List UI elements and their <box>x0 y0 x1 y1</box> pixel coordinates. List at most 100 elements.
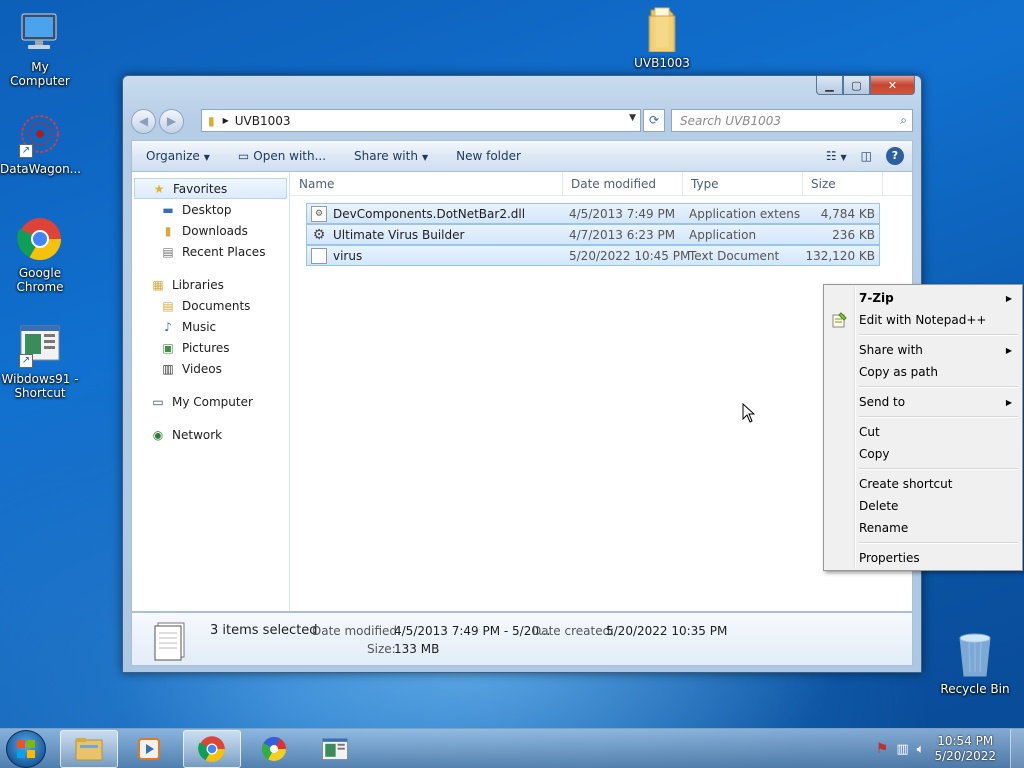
folder-icon <box>75 738 103 761</box>
clock-date: 5/20/2022 <box>934 749 996 763</box>
videos-icon: ▥ <box>162 361 174 376</box>
explorer-window[interactable]: ▁ ▢ ✕ ◀ ▶ ▮ ▶ UVB1003 ▼ ⟳ Search UVB1003… <box>122 75 922 673</box>
desktop-icon-label: Google Chrome <box>16 266 64 294</box>
column-header-type[interactable]: Type <box>683 172 803 195</box>
window-controls: ▁ ▢ ✕ <box>816 76 915 95</box>
chevron-down-icon: ▼ <box>203 153 210 162</box>
nav-recent-places[interactable]: ▤ Recent Places <box>132 241 289 262</box>
desktop-icon-label: Recycle Bin <box>940 682 1010 696</box>
desktop-icon-label: DataWagon... <box>0 162 82 176</box>
back-button[interactable]: ◀ <box>131 109 156 134</box>
computer-icon <box>17 10 63 56</box>
desktop-icon-datawagon[interactable]: ↗ DataWagon... <box>0 112 82 176</box>
minimize-button[interactable]: ▁ <box>816 76 843 95</box>
details-pane: 3 items selected Date modified: 4/5/2013… <box>131 612 913 666</box>
notepad-plus-icon <box>831 312 847 328</box>
menu-item-copy[interactable]: Copy <box>826 443 1020 465</box>
nav-network[interactable]: ◉ Network <box>132 424 289 445</box>
network-tray-icon[interactable]: ▥ <box>896 742 908 757</box>
desktop-icon-google-chrome[interactable]: Google Chrome <box>0 216 80 294</box>
nav-music[interactable]: ♪ Music <box>132 316 289 337</box>
menu-item-delete[interactable]: Delete <box>826 495 1020 517</box>
share-with-button[interactable]: Share with ▼ <box>340 149 442 163</box>
menu-item-7zip[interactable]: 7-Zip ▶ <box>826 287 1020 309</box>
organize-button[interactable]: Organize ▼ <box>132 149 224 163</box>
volume-icon[interactable]: 🔈︎ <box>917 742 925 757</box>
close-button[interactable]: ✕ <box>870 76 915 95</box>
taskbar: ⚑ ▥ 🔈︎ 10:54 PM 5/20/2022 <box>0 728 1024 768</box>
help-icon[interactable]: ? <box>886 147 904 165</box>
documents-icon: ▤ <box>162 298 174 313</box>
chrome-icon <box>17 216 63 262</box>
nav-favorites[interactable]: ★ Favorites <box>134 178 287 199</box>
taskbar-color-app-button[interactable] <box>245 730 303 768</box>
start-button[interactable] <box>6 730 46 768</box>
nav-pictures[interactable]: ▣ Pictures <box>132 337 289 358</box>
chevron-down-icon: ▼ <box>421 153 429 162</box>
system-tray: ⚑ ▥ 🔈︎ 10:54 PM 5/20/2022 <box>876 729 1024 768</box>
desktop-icon-recycle-bin[interactable]: Recycle Bin <box>935 632 1015 696</box>
menu-item-share-with[interactable]: Share with ▶ <box>826 339 1020 361</box>
mouse-cursor-icon <box>742 402 756 426</box>
size-label: Size: <box>367 642 396 656</box>
search-icon[interactable]: ⌕ <box>900 113 907 128</box>
taskbar-chrome-button[interactable] <box>183 730 241 768</box>
library-icon: ▦ <box>152 277 164 292</box>
downloads-icon: ▮ <box>164 223 172 238</box>
table-row[interactable]: ⚙ Ultimate Virus Builder 4/7/2013 6:23 PM… <box>306 224 880 245</box>
desktop-icon-my-computer[interactable]: My Computer <box>0 10 80 88</box>
table-row[interactable]: virus 5/20/2022 10:45 PM Text Document 1… <box>306 245 880 266</box>
nav-my-computer[interactable]: ▭ My Computer <box>132 391 289 412</box>
menu-item-send-to[interactable]: Send to ▶ <box>826 391 1020 413</box>
explorer-body: ★ Favorites ▬ Desktop ▮ Downloads ▤ Recent P… <box>131 172 913 612</box>
table-row[interactable]: ⚙ DevComponents.DotNetBar2.dll 4/5/2013 7… <box>306 203 880 224</box>
nav-desktop[interactable]: ▬ Desktop <box>132 199 289 220</box>
text-file-icon <box>311 247 327 264</box>
taskbar-media-player-button[interactable] <box>120 730 178 768</box>
show-desktop-button[interactable] <box>1010 729 1024 768</box>
datawagon-icon: ↗ <box>17 112 63 158</box>
file-list: Name Date modified Type Size ⚙ DevCompone… <box>291 172 912 611</box>
nav-downloads[interactable]: ▮ Downloads <box>132 220 289 241</box>
nav-videos[interactable]: ▥ Videos <box>132 358 289 379</box>
menu-item-properties[interactable]: Properties <box>826 547 1020 569</box>
music-icon: ♪ <box>164 319 172 334</box>
clock[interactable]: 10:54 PM 5/20/2022 <box>924 734 1010 764</box>
chevron-down-icon[interactable]: ▼ <box>629 113 636 123</box>
breadcrumb-chevron-icon: ▶ <box>222 116 229 125</box>
menu-item-edit-notepad[interactable]: Edit with Notepad++ <box>826 309 1020 331</box>
menu-item-cut[interactable]: Cut <box>826 421 1020 443</box>
new-folder-button[interactable]: New folder <box>442 149 535 163</box>
desktop-icon: ▬ <box>162 202 174 217</box>
maximize-button[interactable]: ▢ <box>843 76 870 95</box>
search-input[interactable]: Search UVB1003 ⌕ <box>671 109 913 132</box>
taskbar-window-app-button[interactable] <box>306 730 364 768</box>
column-header-date[interactable]: Date modified <box>563 172 683 195</box>
forward-button[interactable]: ▶ <box>159 109 184 134</box>
navigation-pane: ★ Favorites ▬ Desktop ▮ Downloads ▤ Recent P… <box>132 172 290 611</box>
nav-libraries[interactable]: ▦ Libraries <box>132 274 289 295</box>
menu-item-copy-as-path[interactable]: Copy as path <box>826 361 1020 383</box>
column-header-name[interactable]: Name <box>291 172 563 195</box>
refresh-button[interactable]: ⟳ <box>643 109 665 132</box>
action-center-icon[interactable]: ⚑ <box>876 741 889 757</box>
desktop-icon-wibdows91-shortcut[interactable]: ↗ Wibdows91 - Shortcut <box>0 322 80 400</box>
nav-documents[interactable]: ▤ Documents <box>132 295 289 316</box>
preview-pane-icon[interactable]: ◫ <box>861 149 872 163</box>
menu-item-create-shortcut[interactable]: Create shortcut <box>826 473 1020 495</box>
chrome-icon <box>198 736 225 762</box>
address-bar[interactable]: ▮ ▶ UVB1003 ▼ <box>201 109 641 132</box>
open-with-button[interactable]: ▭ Open with... <box>224 149 340 163</box>
shortcut-arrow-icon: ↗ <box>19 144 33 158</box>
taskbar-explorer-button[interactable] <box>60 730 118 768</box>
view-options-icon[interactable]: ☷ ▼ <box>826 149 847 163</box>
breadcrumb[interactable]: UVB1003 <box>235 114 291 128</box>
context-menu: 7-Zip ▶ Edit with Notepad++ Share with ▶ C… <box>823 284 1023 571</box>
star-icon: ★ <box>153 181 165 196</box>
column-header-size[interactable]: Size <box>803 172 883 195</box>
computer-icon: ▭ <box>152 394 164 409</box>
menu-item-rename[interactable]: Rename <box>826 517 1020 539</box>
dll-file-icon: ⚙ <box>311 205 327 222</box>
recycle-bin-icon <box>952 632 998 678</box>
desktop-icon-uvb1003-folder[interactable]: UVB1003 <box>622 6 702 70</box>
